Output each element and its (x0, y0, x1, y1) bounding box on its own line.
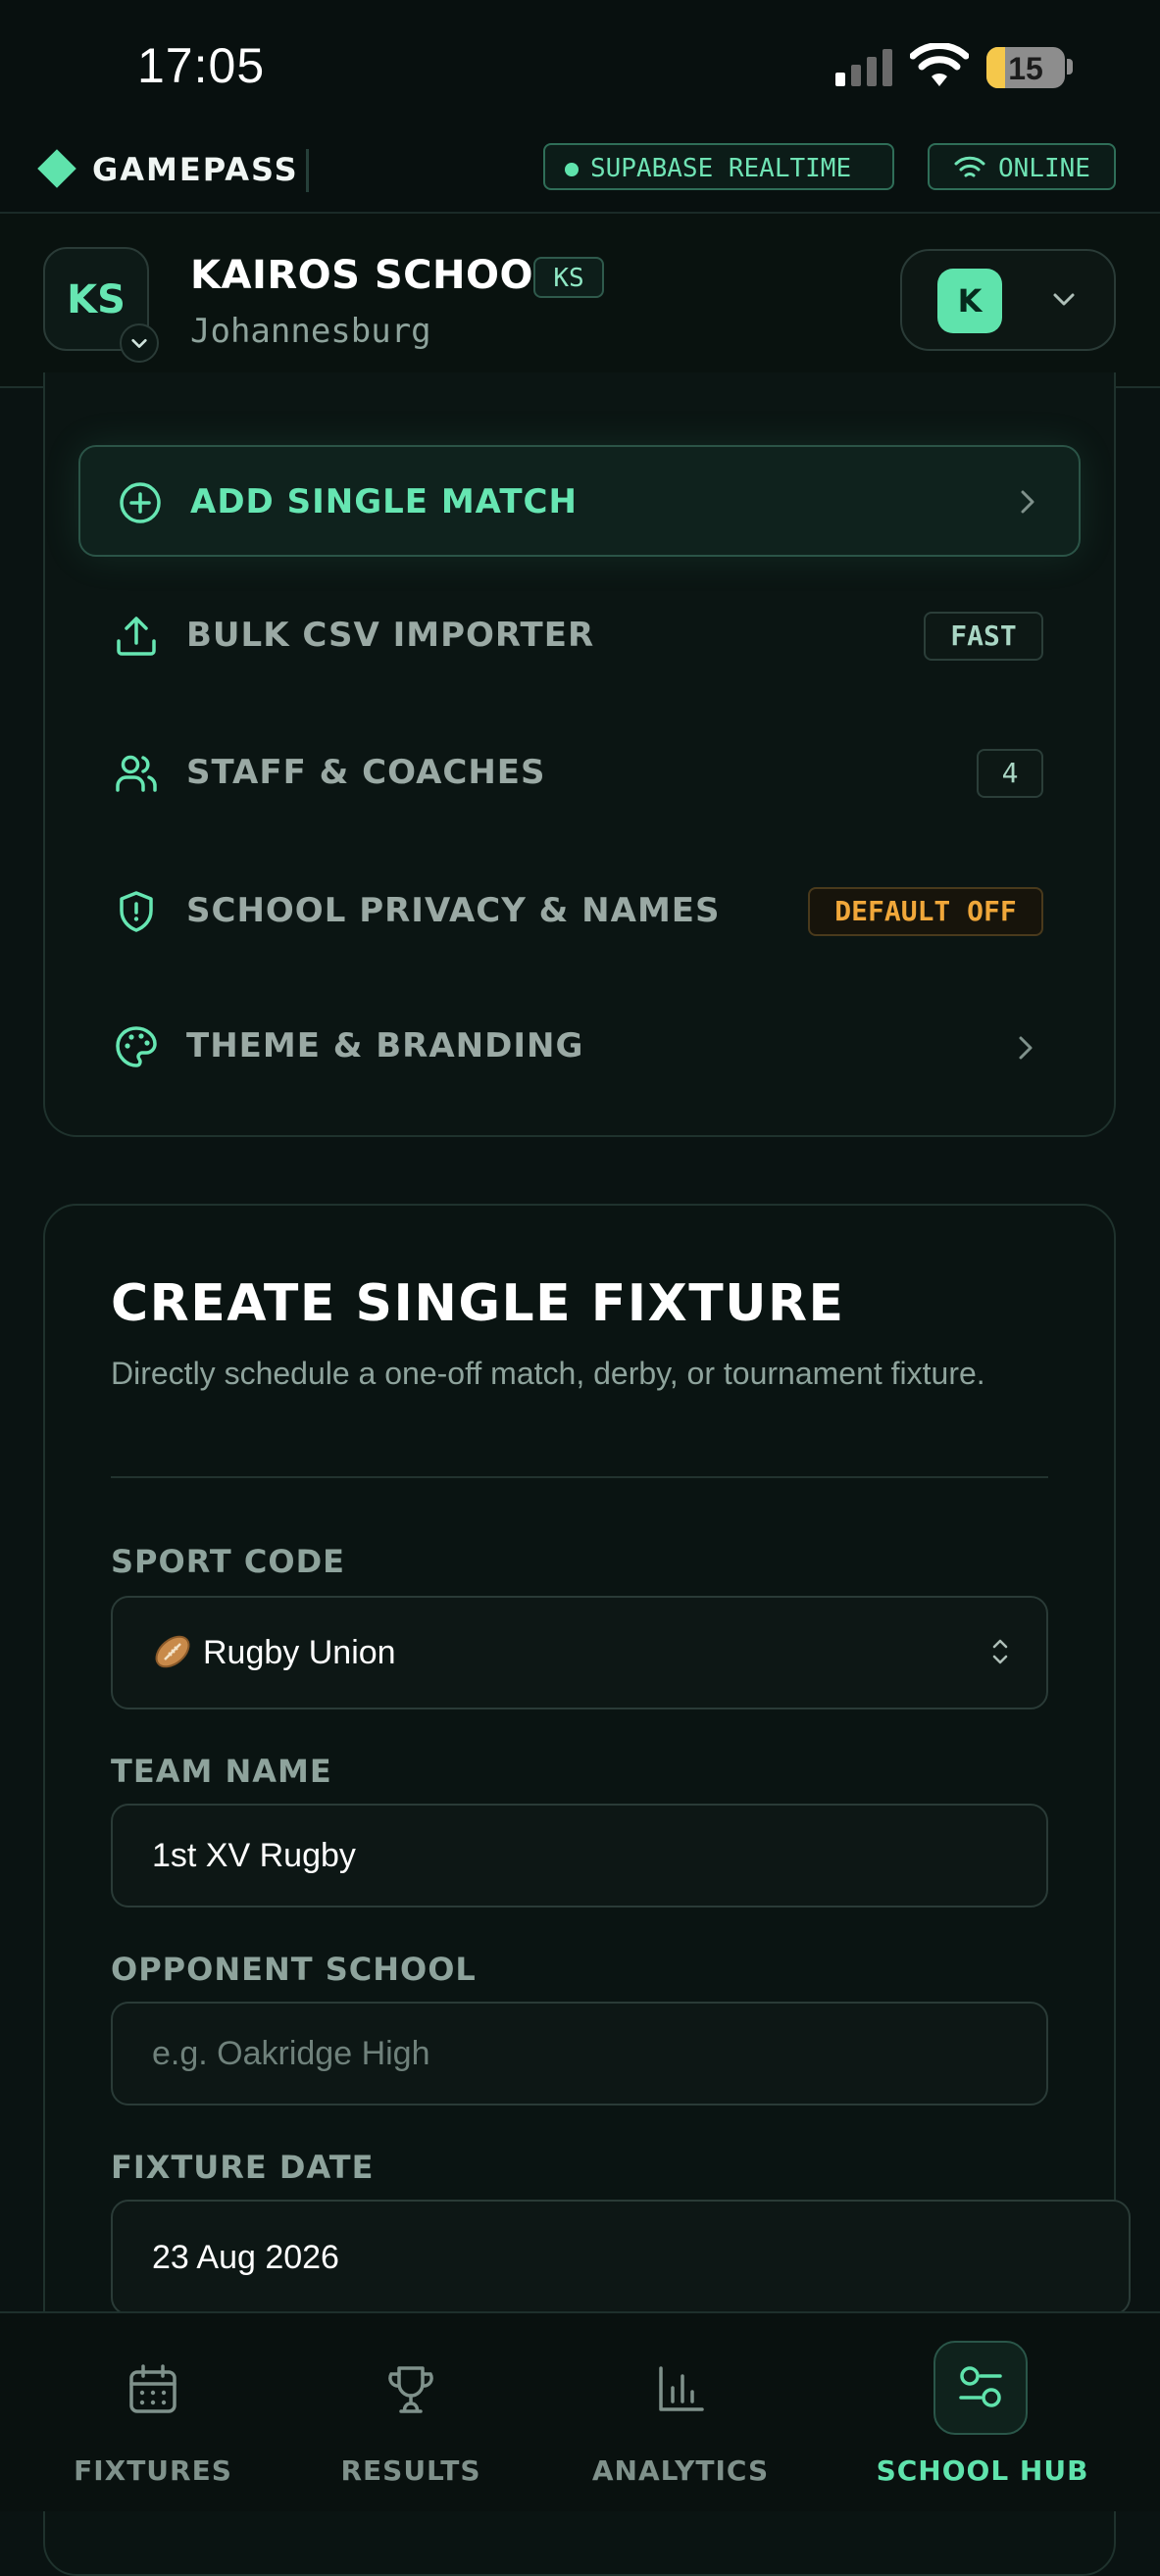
fast-badge: FAST (924, 612, 1043, 661)
team-name-field[interactable]: 1st XV Rugby (111, 1804, 1048, 1907)
sliders-icon (959, 2366, 1002, 2407)
online-status-badge: ONLINE (928, 143, 1116, 190)
status-time: 17:05 (137, 38, 266, 93)
staff-coaches-item[interactable]: STAFF & COACHES 4 (78, 719, 1081, 827)
fixture-date-field[interactable]: 23 Aug 2026 (111, 2200, 1131, 2315)
school-header: KS KAIROS SCHOOL KS Johannesburg K (0, 214, 1160, 388)
status-bar: 17:05 15 (0, 0, 1160, 137)
trophy-icon (388, 2366, 433, 2413)
app-bar: GAMEPASS SUPABASE REALTIME ONLINE (0, 137, 1160, 214)
tab-results[interactable]: RESULTS (293, 2313, 529, 2511)
opponent-school-label: OPPONENT SCHOOL (111, 1951, 477, 1988)
calendar-icon (129, 2364, 177, 2413)
tab-label: ANALYTICS (591, 2454, 770, 2487)
tab-label: RESULTS (340, 2454, 481, 2487)
add-single-match-label: ADD SINGLE MATCH (190, 482, 578, 521)
add-single-match-button[interactable]: ADD SINGLE MATCH (78, 445, 1081, 557)
sport-code-value: Rugby Union (203, 1634, 396, 1671)
tab-label: FIXTURES (74, 2454, 232, 2487)
chevron-right-icon (1021, 490, 1034, 514)
theme-branding-item[interactable]: THEME & BRANDING (78, 993, 1081, 1101)
menu-item-label: THEME & BRANDING (186, 1026, 584, 1065)
tab-fixtures[interactable]: FIXTURES (35, 2313, 271, 2511)
school-code-badge: KS (533, 257, 604, 298)
rugby-ball-icon (155, 1635, 190, 1668)
bar-chart-icon (659, 2366, 704, 2411)
upload-icon (117, 617, 156, 656)
chevron-down-icon (1053, 293, 1075, 306)
wifi-icon (954, 156, 985, 177)
staff-count-badge: 4 (977, 749, 1043, 798)
brand-logo-icon (37, 149, 76, 188)
school-city: Johannesburg (190, 312, 431, 351)
divider (306, 149, 309, 192)
user-avatar: K (937, 269, 1002, 333)
divider (111, 1476, 1048, 1478)
battery-nub (1067, 59, 1073, 74)
fixture-date-label: FIXTURE DATE (111, 2149, 375, 2186)
tab-school-hub[interactable]: SCHOOL HUB (865, 2313, 1100, 2511)
school-name: KAIROS SCHOOL (190, 253, 560, 298)
tab-analytics[interactable]: ANALYTICS (563, 2313, 798, 2511)
plus-circle-icon (120, 482, 161, 523)
chevron-right-icon (1019, 1036, 1033, 1060)
menu-item-label: STAFF & COACHES (186, 753, 546, 792)
account-switcher-button[interactable]: K (900, 249, 1116, 351)
users-icon (116, 755, 157, 792)
status-dot-icon (565, 162, 579, 176)
wifi-icon (910, 43, 969, 86)
shield-alert-icon (120, 891, 153, 932)
tab-label: SCHOOL HUB (876, 2454, 1089, 2487)
realtime-status-badge: SUPABASE REALTIME (543, 143, 894, 190)
menu-item-label: BULK CSV IMPORTER (186, 616, 595, 655)
palette-icon (116, 1026, 157, 1067)
school-privacy-names-item[interactable]: SCHOOL PRIVACY & NAMES DEFAULT OFF (78, 858, 1081, 966)
privacy-status-badge: DEFAULT OFF (808, 887, 1043, 936)
battery-percent: 15 (1008, 51, 1043, 86)
bulk-csv-importer-item[interactable]: BULK CSV IMPORTER FAST (78, 582, 1081, 690)
realtime-label: SUPABASE REALTIME (590, 154, 852, 183)
opponent-school-field[interactable]: e.g. Oakridge High (111, 2002, 1048, 2105)
bottom-nav: FIXTURES RESULTS ANALYTICS SCHOOL HUB (0, 2311, 1160, 2511)
brand-name: GAMEPASS (92, 151, 299, 188)
team-name-label: TEAM NAME (111, 1753, 332, 1790)
menu-item-label: SCHOOL PRIVACY & NAMES (186, 891, 721, 930)
cellular-signal-icon (835, 49, 892, 86)
online-label: ONLINE (998, 154, 1090, 183)
sport-code-label: SPORT CODE (111, 1543, 345, 1580)
chevron-down-icon[interactable] (120, 323, 159, 363)
fixture-card-subtitle: Directly schedule a one-off match, derby… (111, 1356, 985, 1391)
chevron-up-down-icon (992, 1639, 1008, 1664)
battery-icon: 15 (986, 47, 1065, 88)
sport-code-select[interactable]: Rugby Union (111, 1596, 1048, 1709)
fixture-card-title: CREATE SINGLE FIXTURE (111, 1274, 845, 1333)
